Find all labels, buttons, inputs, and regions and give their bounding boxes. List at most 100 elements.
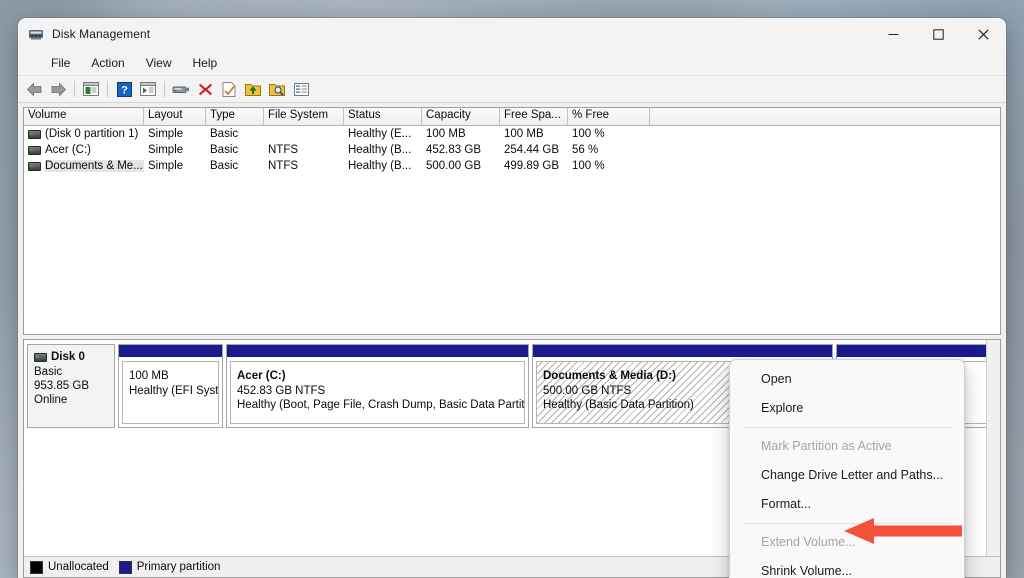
menu-bar: File Action View Help [18,50,1006,76]
partition-context-menu: Open Explore Mark Partition as Active Ch… [729,359,965,578]
cell-type: Basic [210,160,239,172]
search-folder-icon[interactable] [266,78,288,100]
partition-size: 452.83 GB NTFS [237,384,326,397]
disk-info-panel[interactable]: Disk 0 Basic 953.85 GB Online [27,344,115,428]
partition-color-bar [227,345,528,358]
menu-action[interactable]: Action [82,53,133,73]
partition-name: Acer (C:) [237,370,286,382]
export-list-icon[interactable] [242,78,264,100]
volume-list-header: Volume Layout Type File System Status Ca… [24,108,1000,126]
close-button[interactable] [961,18,1006,50]
partition-color-bar [119,345,222,358]
disk-view-vertical-scrollbar[interactable] [986,340,1000,556]
column-header-capacity[interactable]: Capacity [422,108,500,125]
cell-status: Healthy (B... [348,160,412,172]
column-header-type[interactable]: Type [206,108,264,125]
cell-capacity: 500.00 GB [426,160,481,172]
cell-capacity: 452.83 GB [426,144,481,156]
cell-free-space: 100 MB [504,128,544,140]
legend-item-primary-partition: Primary partition [118,560,221,574]
delete-icon[interactable] [194,78,216,100]
cell-status: Healthy (B... [348,144,412,156]
partition-color-bar [533,345,832,358]
partition-body: Acer (C:) 452.83 GB NTFS Healthy (Boot, … [230,361,525,424]
volume-label: (Disk 0 partition 1) [45,128,139,140]
partition-body: 100 MB Healthy (EFI System [122,361,219,424]
partition-acer-c[interactable]: Acer (C:) 452.83 GB NTFS Healthy (Boot, … [226,344,529,428]
partition-status: Healthy (EFI System [129,384,219,397]
legend-item-unallocated: Unallocated [30,560,109,574]
disk-type: Basic [34,366,63,378]
legend-swatch-primary [118,560,132,574]
properties-check-icon[interactable] [218,78,240,100]
context-menu-item-change-drive-letter-and-paths[interactable]: Change Drive Letter and Paths... [734,461,960,490]
context-menu-separator [743,523,951,524]
disk-title: Disk 0 [34,350,114,364]
volume-label: Documents & Me... [45,160,144,172]
column-header-status[interactable]: Status [344,108,422,125]
cell-percent-free: 56 % [572,144,599,156]
legend-label: Primary partition [136,561,221,573]
context-menu-separator [743,427,951,428]
table-row[interactable]: (Disk 0 partition 1) Simple Basic Health… [24,126,1000,142]
drive-icon [28,145,41,155]
volume-label: Acer (C:) [45,144,91,156]
toolbar-separator [164,81,165,97]
disk-status: Online [34,394,68,406]
partition-efi[interactable]: 100 MB Healthy (EFI System [118,344,223,428]
window-title: Disk Management [52,27,151,41]
cell-type: Basic [210,128,239,140]
toolbar-separator [107,81,108,97]
legend-label: Unallocated [48,561,109,573]
cell-percent-free: 100 % [572,160,605,172]
drive-icon [28,129,41,139]
table-row[interactable]: Acer (C:) Simple Basic NTFS Healthy (B..… [24,142,1000,158]
column-header-layout[interactable]: Layout [144,108,206,125]
show-hide-action-pane-icon[interactable] [137,78,159,100]
menu-help[interactable]: Help [184,53,227,73]
menu-file[interactable]: File [42,53,79,73]
cell-volume: Documents & Me... [24,160,144,172]
cell-layout: Simple [148,160,184,172]
disk-icon [34,352,47,362]
volume-list-pane: Volume Layout Type File System Status Ca… [23,107,1001,335]
volume-list-body: (Disk 0 partition 1) Simple Basic Health… [24,126,1000,334]
title-bar: Disk Management [18,18,1006,50]
context-menu-item-explore[interactable]: Explore [734,394,960,423]
table-row[interactable]: Documents & Me... Simple Basic NTFS Heal… [24,158,1000,174]
column-header-volume[interactable]: Volume [24,108,144,125]
column-header-file-system[interactable]: File System [264,108,344,125]
cell-volume: Acer (C:) [24,144,144,156]
column-header-percent-free[interactable]: % Free [568,108,650,125]
context-menu-item-format[interactable]: Format... [734,490,960,519]
disk-size: 953.85 GB [34,380,89,392]
forward-icon[interactable] [47,78,69,100]
context-menu-item-open[interactable]: Open [734,365,960,394]
disk-management-icon [28,26,44,42]
column-header-free-space[interactable]: Free Spa... [500,108,568,125]
column-header-filler[interactable] [650,108,1000,125]
view-options-icon[interactable] [290,78,312,100]
maximize-button[interactable] [916,18,961,50]
menu-view[interactable]: View [137,53,181,73]
show-hide-console-tree-icon[interactable] [80,78,102,100]
minimize-button[interactable] [871,18,916,50]
cell-capacity: 100 MB [426,128,466,140]
back-icon[interactable] [23,78,45,100]
context-menu-item-extend-volume: Extend Volume... [761,535,856,549]
help-icon[interactable]: ? [113,78,135,100]
context-menu-item-mark-partition-as-active: Mark Partition as Active [761,439,892,453]
window-controls [871,18,1006,50]
cell-layout: Simple [148,128,184,140]
drive-icon [28,161,41,171]
partition-status: Healthy (Boot, Page File, Crash Dump, Ba… [237,399,525,411]
partition-size: 100 MB [129,370,169,382]
context-menu-item-shrink-volume[interactable]: Shrink Volume... [734,557,960,578]
cell-type: Basic [210,144,239,156]
cell-volume: (Disk 0 partition 1) [24,128,144,140]
toolbar-separator [74,81,75,97]
cell-layout: Simple [148,144,184,156]
svg-text:?: ? [121,84,128,96]
cell-free-space: 254.44 GB [504,144,559,156]
rescan-disks-icon[interactable] [170,78,192,100]
